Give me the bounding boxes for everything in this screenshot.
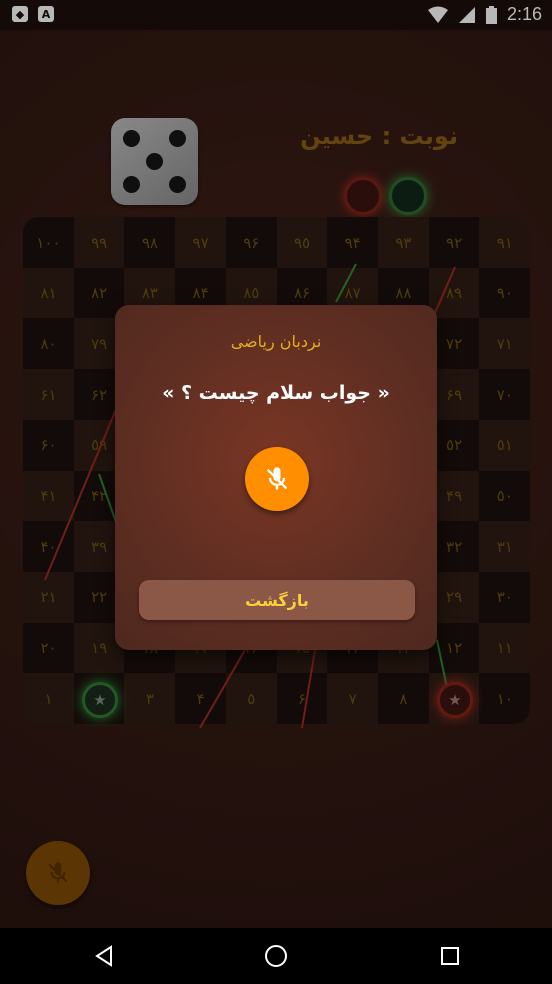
square-recent-icon (441, 947, 459, 965)
triangle-back-icon (95, 945, 112, 967)
nav-back-button[interactable] (90, 942, 118, 970)
dialog-title: نردبان ریاضی (230, 332, 322, 351)
dialog-question: « جواب سلام چیست ؟ » (162, 382, 390, 404)
nav-home-button[interactable] (262, 942, 290, 970)
nav-recent-button[interactable] (436, 942, 464, 970)
navigation-bar (0, 928, 552, 984)
question-dialog: نردبان ریاضی « جواب سلام چیست ؟ » بازگشت (115, 305, 437, 650)
circle-home-icon (265, 945, 287, 967)
back-button[interactable]: بازگشت (139, 580, 415, 620)
mic-off-icon (266, 467, 288, 490)
record-answer-button[interactable] (245, 447, 309, 511)
